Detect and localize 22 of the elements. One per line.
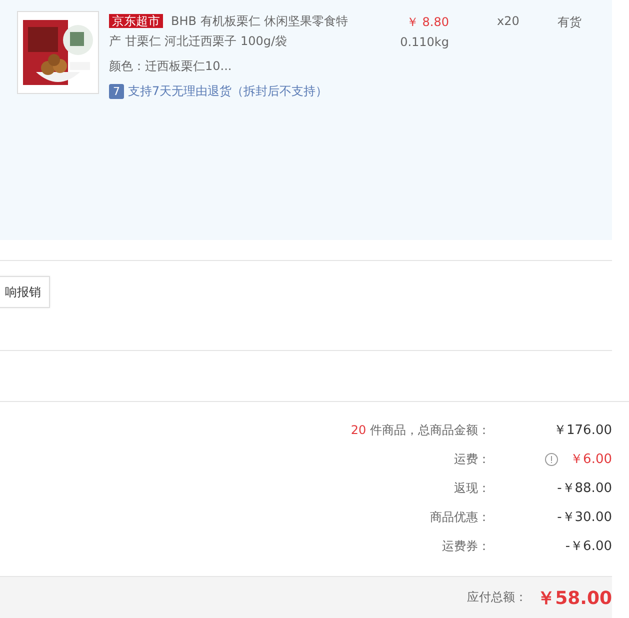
stock-status: 有货 <box>557 14 582 31</box>
summary-value: -￥6.00 <box>565 538 612 555</box>
summary-value: -￥30.00 <box>557 509 612 526</box>
product-variant: 颜色：迁西板栗仁10... <box>109 58 233 75</box>
summary-label: 返现： <box>453 480 490 496</box>
summary-value: ￥176.00 <box>554 422 612 439</box>
summary-value: ￥6.00 <box>570 451 612 468</box>
invoice-button[interactable]: 响报销 <box>0 276 50 308</box>
total-label: 应付总额： <box>467 589 528 606</box>
unit-price: ￥ 8.80 <box>405 14 449 31</box>
info-icon[interactable] <box>545 452 558 466</box>
summary-value: -￥88.00 <box>557 480 612 497</box>
summary-label: 20 件商品，总商品金额： <box>350 422 490 438</box>
unit-weight: 0.110kg <box>399 35 449 49</box>
total-value: ￥58.00 <box>537 586 612 610</box>
return-badge: 7 <box>109 84 124 99</box>
summary-label: 运费： <box>453 450 490 468</box>
summary-label: 商品优惠： <box>429 508 490 526</box>
summary-label: 运费券： <box>441 538 490 554</box>
product-title[interactable]: 京东超市 BHB 有机板栗仁 休闲坚果零食特产 甘栗仁 河北迁西栗子 100g/袋 <box>109 11 359 51</box>
return-policy: 支持7天无理由退货（拆封后不支持） <box>128 83 328 100</box>
quantity: x20 <box>497 13 520 30</box>
